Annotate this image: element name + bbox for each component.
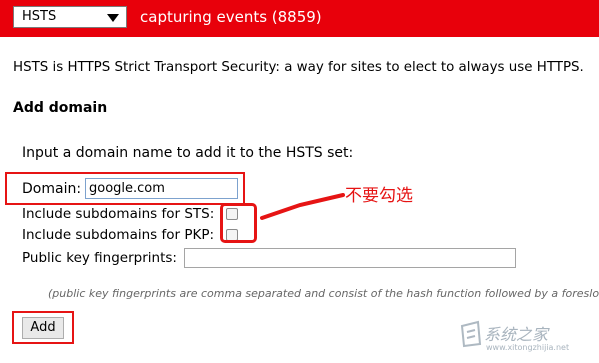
watermark-url: www.xitongzhijia.net <box>486 343 570 352</box>
watermark-logo-icon <box>460 320 482 348</box>
watermark-text: 系统之家 <box>484 325 549 344</box>
annotation-arrow-icon <box>260 193 345 220</box>
annotation-note: 不要勾选 <box>345 186 413 206</box>
